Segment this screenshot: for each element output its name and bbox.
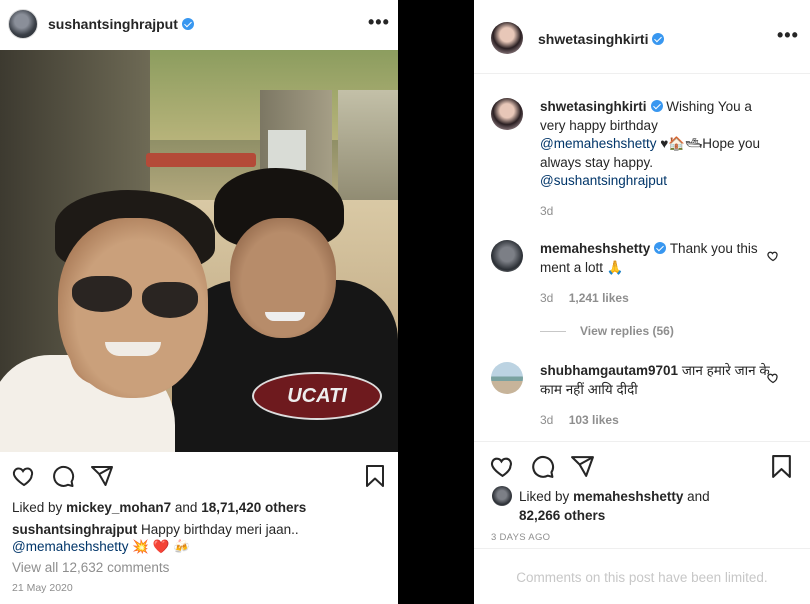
- post-username[interactable]: sushantsinghrajput: [48, 16, 178, 32]
- comment-time: 3d: [540, 204, 554, 218]
- post-photo[interactable]: UCATI: [0, 50, 398, 452]
- comment-meta: 3d 1,241 likes: [540, 291, 629, 305]
- comments-panel-header: shwetasinghkirti •••: [474, 0, 810, 74]
- likes-suffix: and: [687, 489, 710, 504]
- share-icon[interactable]: [570, 454, 595, 479]
- actions-divider: [474, 441, 810, 442]
- photo-tshirt-logo: UCATI: [252, 372, 382, 420]
- caption-username[interactable]: sushantsinghrajput: [12, 522, 137, 537]
- avatar[interactable]: [491, 362, 523, 394]
- photo-sign: [268, 130, 306, 170]
- comment-meta: 3d 103 likes: [540, 413, 619, 427]
- likes-prefix: Liked by: [519, 489, 570, 504]
- likes-summary: Liked by mickey_mohan7 and 18,71,420 oth…: [12, 500, 306, 515]
- comment-username[interactable]: shwetasinghkirti: [540, 99, 647, 114]
- likes-user-link[interactable]: memaheshshetty: [573, 489, 683, 504]
- likes-user-link[interactable]: mickey_mohan7: [66, 500, 171, 515]
- comment-text: shubhamgautam9701 जान हमारे जान के काम न…: [540, 362, 772, 399]
- likes-summary: Liked by memaheshshetty and 82,266 other…: [519, 488, 779, 525]
- comment-like-heart-icon[interactable]: [767, 250, 779, 262]
- post-date: 3 DAYS AGO: [491, 532, 551, 543]
- left-post: sushantsinghrajput ••• UCATI Liked by mi…: [0, 0, 398, 604]
- replies-divider: [540, 331, 566, 333]
- left-post-username-wrap[interactable]: sushantsinghrajput: [48, 16, 194, 32]
- caption-emojis: 💥 ❤️ 🍻: [132, 539, 191, 554]
- verified-badge-icon: [181, 18, 194, 30]
- left-post-header: sushantsinghrajput •••: [0, 0, 398, 50]
- comment-text: memaheshshetty Thank you this ment a lot…: [540, 240, 772, 277]
- likes-prefix: Liked by: [12, 500, 63, 515]
- comment-like-heart-icon[interactable]: [767, 372, 779, 384]
- more-options-icon[interactable]: •••: [368, 12, 390, 33]
- likes-others-link[interactable]: 82,266 others: [519, 508, 605, 523]
- comment-username[interactable]: memaheshshetty: [540, 241, 650, 256]
- photo-building: [338, 90, 398, 200]
- limited-divider: [474, 548, 810, 549]
- avatar[interactable]: [491, 240, 523, 272]
- avatar[interactable]: [491, 98, 523, 130]
- verified-badge-icon: [650, 100, 663, 112]
- comment-icon[interactable]: [51, 464, 75, 488]
- comment-likes[interactable]: 1,241 likes: [569, 291, 629, 305]
- view-all-comments-link[interactable]: View all 12,632 comments: [12, 560, 169, 575]
- heart-icon[interactable]: [12, 464, 36, 488]
- header-username[interactable]: shwetasinghkirti: [538, 31, 648, 47]
- comments-panel: shwetasinghkirti ••• shwetasinghkirti Wi…: [474, 0, 810, 604]
- photo-awning: [146, 153, 256, 167]
- bookmark-icon[interactable]: [364, 464, 386, 488]
- comment-username[interactable]: shubhamgautam9701: [540, 363, 678, 378]
- avatar[interactable]: [492, 486, 512, 506]
- photo-sunglasses-right: [142, 282, 198, 318]
- header-username-wrap[interactable]: shwetasinghkirti: [538, 31, 665, 47]
- likes-others-link[interactable]: 18,71,420 others: [201, 500, 306, 515]
- photo-sunglasses-left: [72, 276, 132, 312]
- comment-icon[interactable]: [530, 454, 555, 479]
- comments-limited-notice: Comments on this post have been limited.: [516, 570, 768, 585]
- comment-time: 3d: [540, 291, 554, 305]
- photo-tshirt-logo-text: UCATI: [287, 384, 347, 407]
- verified-badge-icon: [652, 33, 665, 45]
- comment-mention-2[interactable]: @sushantsinghrajput: [540, 173, 667, 188]
- share-icon[interactable]: [90, 464, 114, 488]
- likes-suffix: and: [174, 500, 198, 515]
- avatar[interactable]: [8, 9, 38, 39]
- verified-badge-icon: [654, 242, 667, 254]
- more-options-icon[interactable]: •••: [777, 25, 799, 46]
- photo-person-right-smile: [265, 312, 305, 321]
- view-replies-label[interactable]: View replies (56): [580, 324, 674, 338]
- avatar[interactable]: [491, 22, 523, 54]
- post-caption: sushantsinghrajput Happy birthday meri j…: [12, 521, 392, 555]
- comment-time: 3d: [540, 413, 554, 427]
- comment-likes[interactable]: 103 likes: [569, 413, 619, 427]
- heart-icon[interactable]: [490, 454, 515, 479]
- comment-meta: 3d: [540, 204, 553, 218]
- view-replies-link[interactable]: View replies (56): [540, 324, 674, 338]
- comment-mention[interactable]: @memaheshshetty: [540, 136, 657, 151]
- caption-text: Happy birthday meri jaan..: [141, 522, 299, 537]
- post-date: 21 May 2020: [12, 582, 73, 594]
- photo-person-left-smile: [105, 342, 161, 356]
- bookmark-icon[interactable]: [770, 454, 793, 479]
- comment-text: shwetasinghkirti Wishing You a very happ…: [540, 98, 772, 191]
- caption-mention[interactable]: @memaheshshetty: [12, 539, 129, 554]
